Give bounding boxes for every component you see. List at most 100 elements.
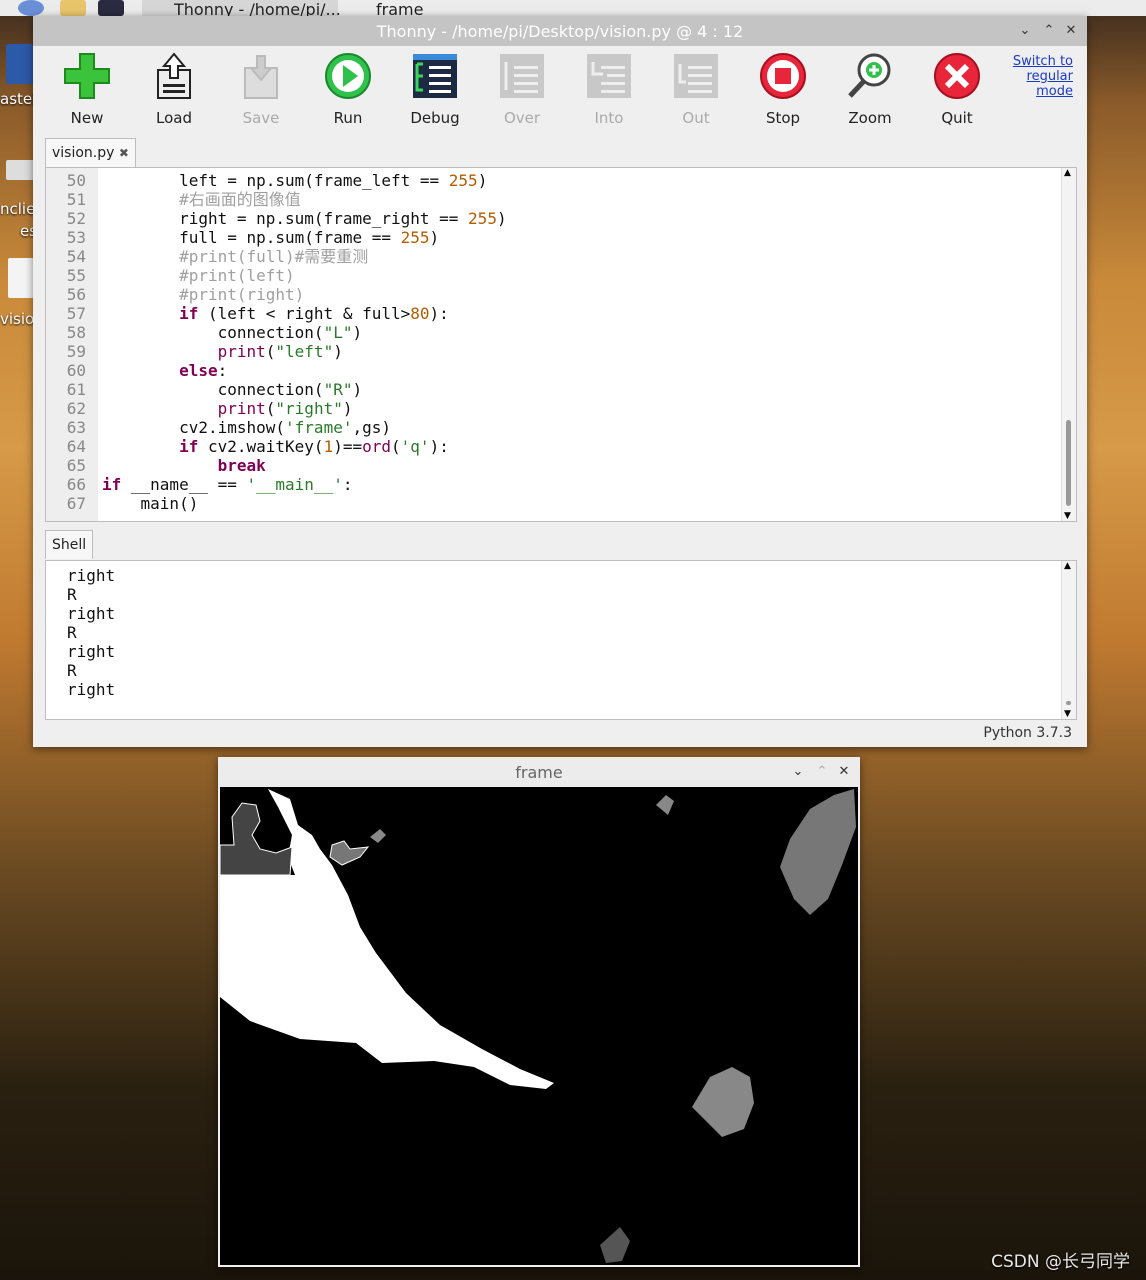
folder-icon[interactable]	[60, 0, 86, 16]
maximize-icon[interactable]: ⌃	[814, 763, 830, 781]
zoom-button[interactable]: Zoom	[830, 52, 910, 127]
tab-vision-py[interactable]: vision.py ✖	[45, 138, 136, 167]
window-title: Thonny - /home/pi/Desktop/vision.py @ 4 …	[376, 22, 744, 41]
line-number: 55	[66, 266, 86, 285]
code-line: 50 left = np.sum(frame_left == 255)	[46, 171, 507, 190]
line-number: 67	[66, 494, 86, 513]
step-over-button[interactable]: Over	[482, 52, 562, 127]
code-line: 56 #print(right)	[46, 285, 507, 304]
code-line: 66 if __name__ == '__main__':	[46, 475, 507, 494]
code-text: connection("R")	[102, 380, 363, 399]
code-text: if __name__ == '__main__':	[102, 475, 353, 494]
code-line: 58 connection("L")	[46, 323, 507, 342]
line-number: 58	[66, 323, 86, 342]
scroll-up-icon[interactable]: ▲	[1064, 561, 1071, 571]
stop-button[interactable]: Stop	[743, 52, 823, 127]
debug-icon	[413, 54, 457, 98]
quit-button[interactable]: Quit	[917, 52, 997, 127]
code-line: 60 else:	[46, 361, 507, 380]
line-number: 54	[66, 247, 86, 266]
shell-output: right Rright Rright Rright	[67, 566, 115, 699]
line-number: 57	[66, 304, 86, 323]
minimize-icon[interactable]: ⌄	[1017, 22, 1033, 40]
line-number: 56	[66, 285, 86, 304]
scroll-up-icon[interactable]: ▲	[1064, 168, 1071, 178]
code-line: 63 cv2.imshow('frame',gs)	[46, 418, 507, 437]
shell-scrollbar[interactable]: ▲ ▼	[1061, 561, 1076, 719]
scroll-thumb[interactable]	[1066, 701, 1071, 705]
code-line: 52 right = np.sum(frame_right == 255)	[46, 209, 507, 228]
shell-line: R	[67, 585, 77, 604]
close-icon[interactable]: ✕	[1063, 22, 1079, 40]
tab-shell[interactable]: Shell	[45, 530, 94, 559]
code-editor[interactable]: 50 left = np.sum(frame_left == 255) 51 #右…	[45, 167, 1077, 522]
load-icon	[157, 52, 191, 99]
quit-icon	[934, 53, 980, 99]
line-number: 53	[66, 228, 86, 247]
camera-frame-image	[220, 787, 858, 1265]
close-tab-icon[interactable]: ✖	[119, 146, 129, 160]
code-text: print("left")	[217, 342, 343, 361]
line-number: 51	[66, 190, 86, 209]
shell-line: right	[67, 566, 116, 585]
code-line: 55 #print(left)	[46, 266, 507, 285]
shell-panel[interactable]: right Rright Rright Rright ▲ ▼	[45, 560, 1077, 720]
frame-titlebar[interactable]: frame ⌄ ⌃ ✕	[218, 757, 860, 787]
shell-line: right	[67, 604, 116, 623]
plus-icon	[64, 53, 110, 99]
switch-mode-link[interactable]: Switch to regular mode	[1013, 54, 1073, 99]
code-text: if (left < right & full>80):	[179, 304, 449, 323]
line-number: 61	[66, 380, 86, 399]
code-line: 62 print("right")	[46, 399, 507, 418]
save-icon	[244, 55, 278, 99]
shell-line: R	[67, 623, 77, 642]
code-line: 65 break	[46, 456, 507, 475]
code-line: 67 main()	[46, 494, 507, 513]
editor-scrollbar[interactable]: ▲ ▼	[1061, 168, 1076, 521]
debug-button[interactable]: Debug	[395, 52, 475, 127]
taskbar-item-frame[interactable]: frame	[344, 0, 464, 16]
code-line: 64 if cv2.waitKey(1)==ord('q'):	[46, 437, 507, 456]
save-button[interactable]: Save	[221, 52, 301, 127]
code-text: print("right")	[217, 399, 353, 418]
load-button[interactable]: Load	[134, 52, 214, 127]
file-icon[interactable]	[8, 258, 34, 298]
code-text: #print(left)	[179, 266, 295, 285]
frame-window: frame ⌄ ⌃ ✕	[218, 757, 860, 1267]
step-into-button[interactable]: Into	[569, 52, 649, 127]
desktop-label: nclie	[0, 200, 36, 218]
code-text: #print(full)#需要重测	[179, 247, 369, 266]
code-line: 61 connection("R")	[46, 380, 507, 399]
maximize-icon[interactable]: ⌃	[1041, 22, 1057, 40]
code-text: if cv2.waitKey(1)==ord('q'):	[179, 437, 449, 456]
line-number: 60	[66, 361, 86, 380]
scroll-thumb[interactable]	[1066, 420, 1071, 506]
threshold-image	[220, 787, 858, 1265]
code-line: 51 #右画面的图像值	[46, 190, 507, 209]
terminal-icon[interactable]	[98, 0, 124, 16]
scroll-down-icon[interactable]: ▼	[1064, 709, 1071, 719]
code-text: main()	[102, 494, 199, 513]
drive-icon[interactable]	[6, 160, 34, 180]
watermark: CSDN @长弓同学	[991, 1252, 1130, 1272]
trash-icon[interactable]	[6, 44, 34, 84]
taskbar-item-thonny[interactable]: Thonny - /home/pi/...	[142, 0, 341, 16]
run-button[interactable]: Run	[308, 52, 388, 127]
close-icon[interactable]: ✕	[836, 763, 852, 781]
thonny-window: Thonny - /home/pi/Desktop/vision.py @ 4 …	[33, 16, 1087, 747]
line-number: 62	[66, 399, 86, 418]
shell-line: right	[67, 642, 116, 661]
code-text: break	[217, 456, 266, 475]
new-button[interactable]: New	[47, 52, 127, 127]
play-icon	[325, 53, 371, 99]
python-version-status: Python 3.7.3	[983, 725, 1072, 741]
scroll-down-icon[interactable]: ▼	[1064, 511, 1071, 521]
code-text: right = np.sum(frame_right == 255)	[102, 209, 507, 228]
titlebar[interactable]: Thonny - /home/pi/Desktop/vision.py @ 4 …	[33, 16, 1087, 46]
browser-icon[interactable]	[18, 0, 44, 16]
code-text: cv2.imshow('frame',gs)	[102, 418, 391, 437]
minimize-icon[interactable]: ⌄	[790, 763, 806, 781]
step-out-button[interactable]: Out	[656, 52, 736, 127]
step-out-icon	[674, 54, 718, 98]
line-number: 52	[66, 209, 86, 228]
